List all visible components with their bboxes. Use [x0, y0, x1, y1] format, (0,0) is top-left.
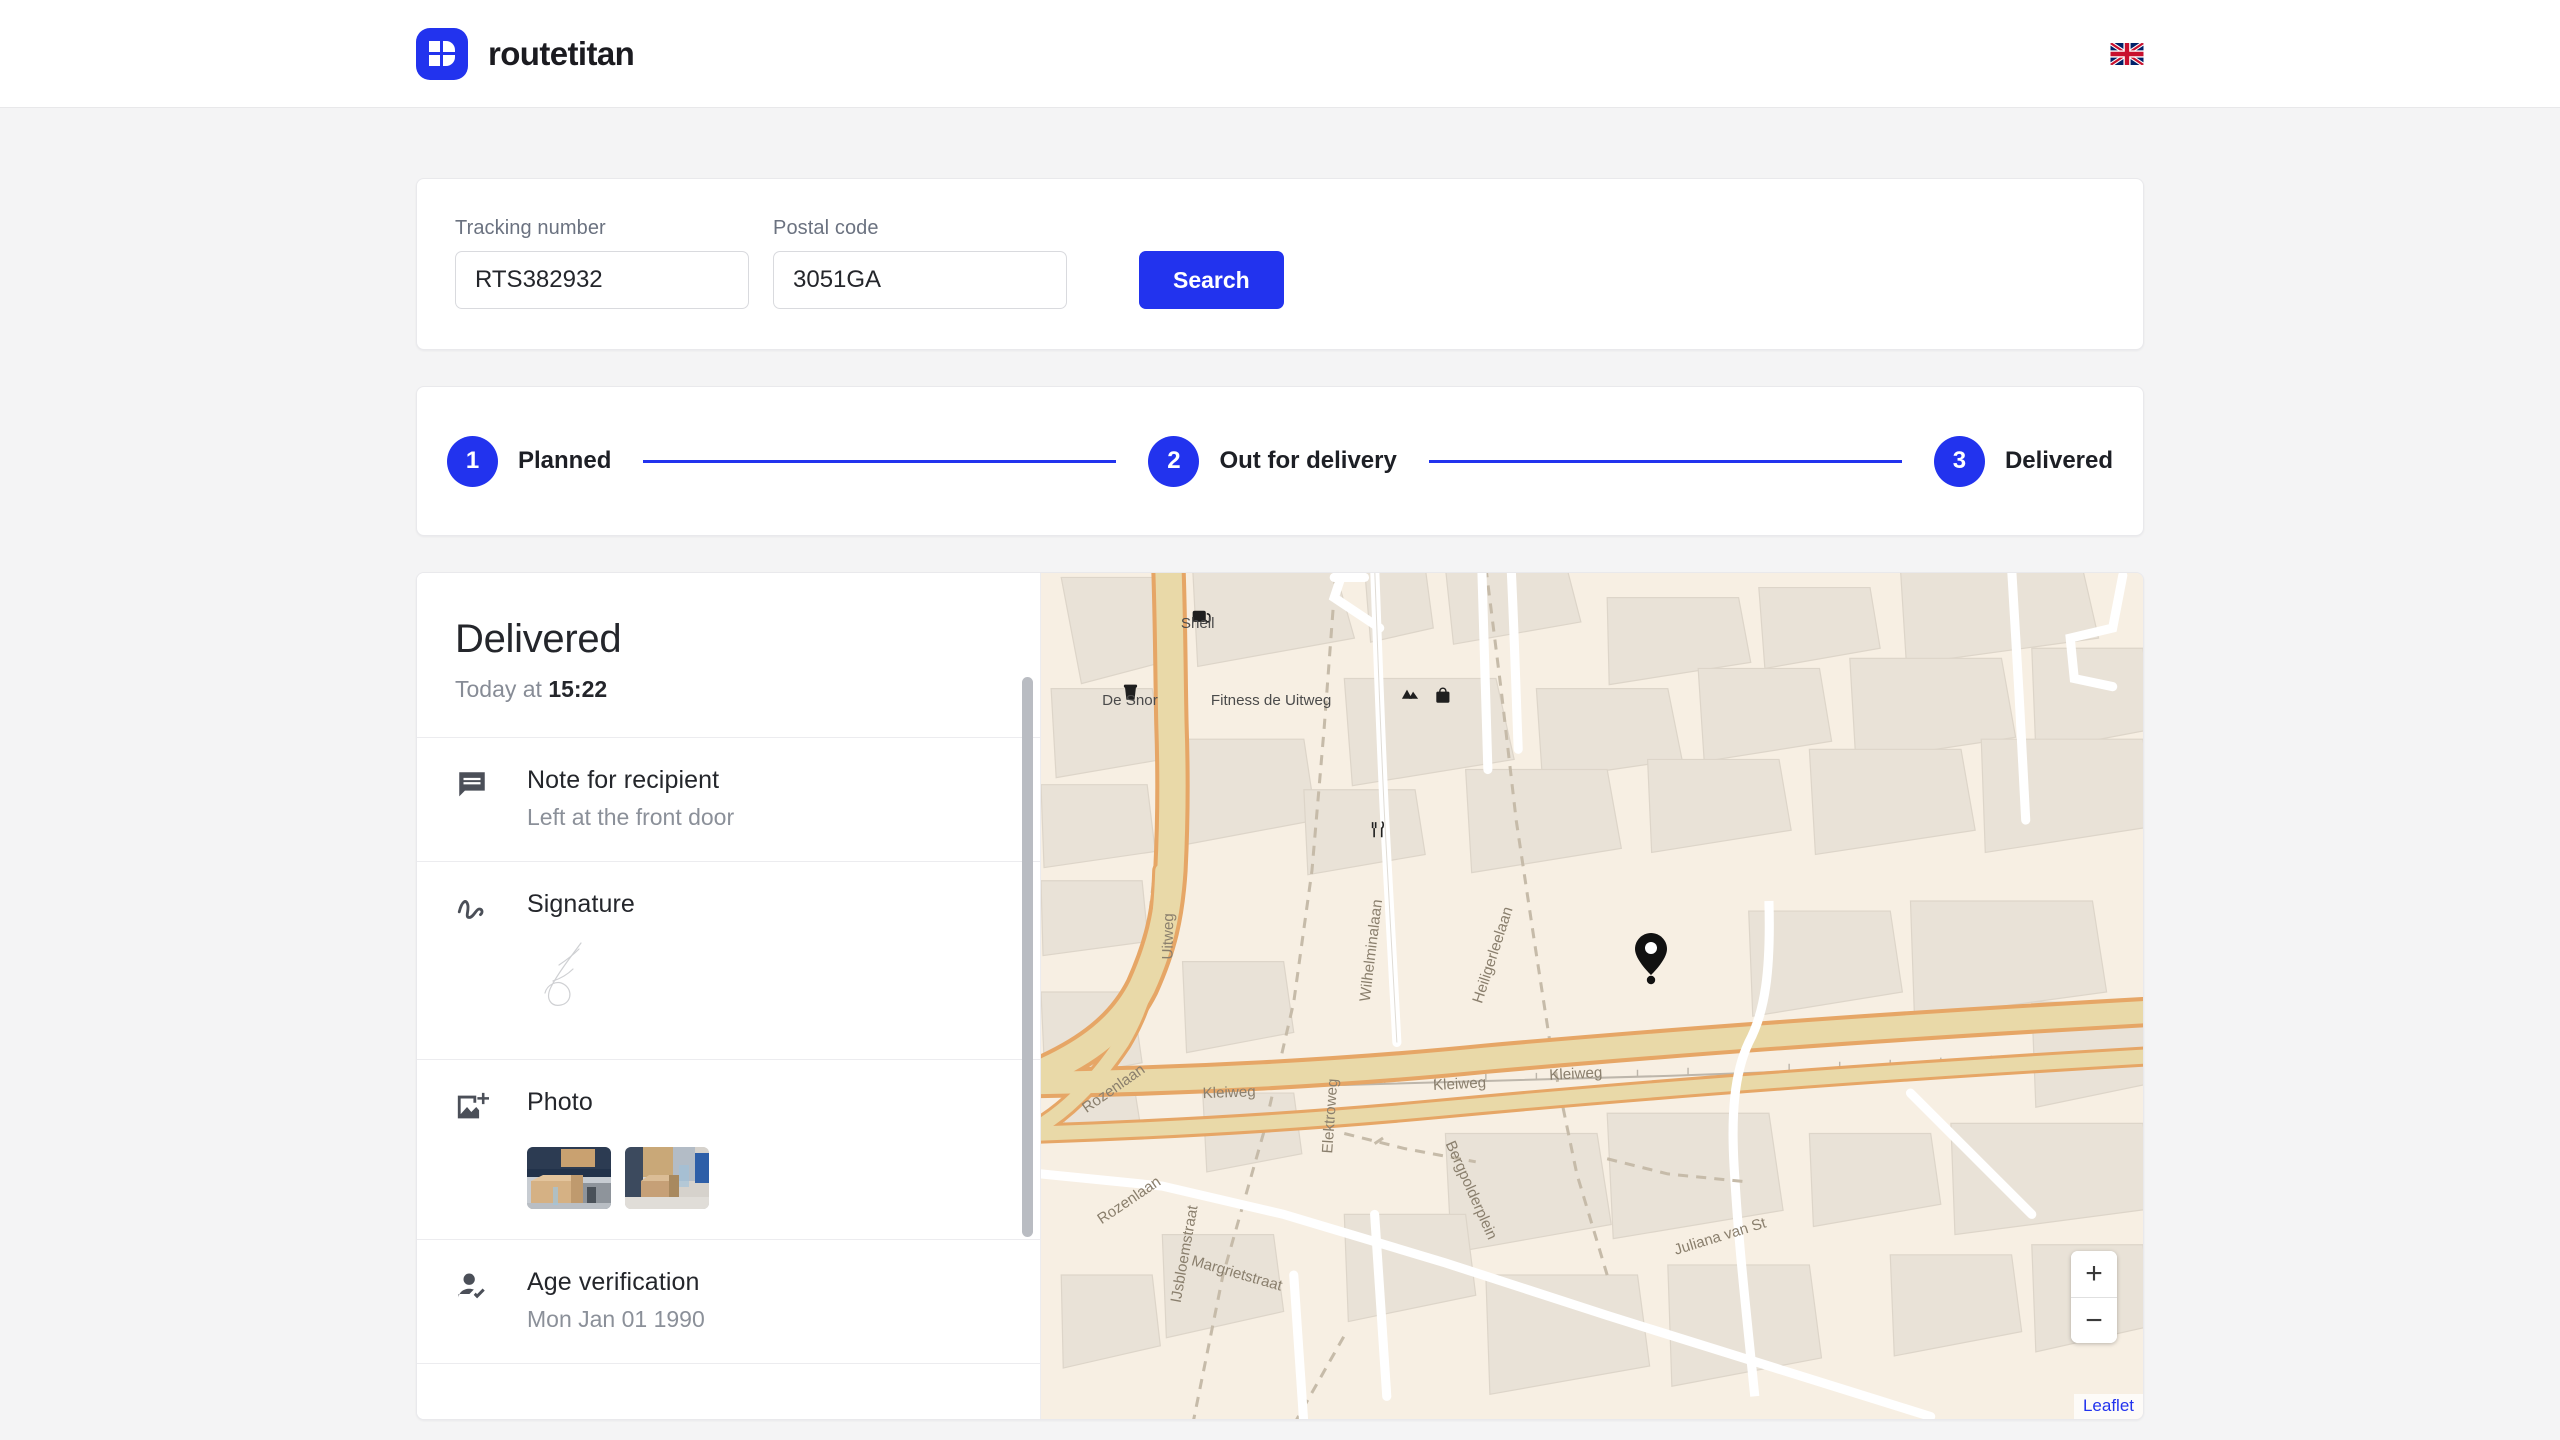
svg-text:Fitness de Uitweg: Fitness de Uitweg	[1211, 692, 1331, 709]
postal-code-input[interactable]	[773, 251, 1067, 309]
svg-text:Shell: Shell	[1181, 615, 1215, 632]
step-delivered[interactable]: 3 Delivered	[1933, 435, 2114, 487]
list-item-title: Note for recipient	[527, 766, 720, 794]
comment-icon	[455, 766, 527, 831]
map-zoom-out-button[interactable]: −	[2071, 1297, 2117, 1343]
timestamp-value: 15:22	[548, 676, 608, 702]
step-planned[interactable]: 1 Planned	[447, 435, 612, 487]
step-number: 3	[1933, 435, 1985, 487]
list-item-subtitle: Left at the front door	[527, 804, 735, 830]
step-label: Planned	[518, 447, 612, 474]
search-card: Tracking number Postal code Search	[416, 178, 2144, 350]
add-photo-icon	[455, 1088, 527, 1209]
person-check-icon	[455, 1268, 527, 1333]
step-number: 2	[1148, 435, 1200, 487]
signature-image[interactable]	[527, 919, 1002, 1029]
delivery-progress-stepper: 1 Planned 2 Out for delivery 3 Delivered	[416, 386, 2144, 536]
list-item-subtitle: Mon Jan 01 1990	[527, 1306, 705, 1332]
map-attribution: Leaflet	[2073, 1394, 2143, 1419]
step-label: Delivered	[2004, 447, 2114, 474]
photo-thumbnail[interactable]	[527, 1147, 611, 1209]
map-zoom-controls: + −	[2071, 1251, 2117, 1343]
map-zoom-in-button[interactable]: +	[2071, 1251, 2117, 1297]
svg-text:Kleiweg: Kleiweg	[1549, 1064, 1603, 1084]
timestamp-prefix: Today at	[455, 676, 549, 702]
app-header: routetitan	[0, 0, 2560, 108]
delivery-location-map[interactable]: Uitweg Kleiweg Kleiweg Kleiweg Rozenlaan…	[1041, 573, 2143, 1419]
photo-thumbnail-list	[527, 1147, 1002, 1209]
step-out-for-delivery[interactable]: 2 Out for delivery	[1148, 435, 1397, 487]
tracking-number-field: Tracking number	[455, 217, 749, 309]
delivery-timestamp: Today at 15:22	[455, 676, 1002, 703]
page-content: Tracking number Postal code Search 1 Pla…	[0, 108, 2560, 1420]
delivery-detail-pane: Delivered Today at 15:22 Note for recipi…	[417, 573, 1041, 1419]
location-pin-marker[interactable]	[1631, 931, 1671, 987]
photo-thumbnail[interactable]	[625, 1147, 709, 1209]
step-connector-1	[643, 459, 1117, 463]
list-item-partial	[417, 1363, 1040, 1405]
detail-scroll-area: Delivered Today at 15:22 Note for recipi…	[417, 573, 1040, 1419]
svg-text:De Snor: De Snor	[1102, 692, 1158, 709]
page-title: Delivered	[455, 617, 622, 661]
svg-text:Kleiweg: Kleiweg	[1202, 1083, 1256, 1102]
brand-name: routetitan	[488, 34, 635, 72]
list-item-photo: Photo	[417, 1059, 1040, 1239]
search-button[interactable]: Search	[1139, 251, 1284, 309]
step-connector-2	[1428, 459, 1902, 463]
list-item-age-verification: Age verification Mon Jan 01 1990	[417, 1239, 1040, 1363]
step-label: Out for delivery	[1219, 447, 1397, 474]
detail-pane-scrollbar[interactable]	[1022, 677, 1033, 1237]
postal-code-label: Postal code	[773, 217, 879, 239]
list-item-title: Signature	[527, 890, 635, 918]
delivery-status-header: Delivered Today at 15:22	[417, 573, 1040, 737]
delivery-detail-card: Delivered Today at 15:22 Note for recipi…	[416, 572, 2144, 1420]
postal-code-field: Postal code	[773, 217, 1067, 309]
step-number: 1	[447, 435, 498, 487]
list-item-note: Note for recipient Left at the front doo…	[417, 737, 1040, 861]
tracking-number-input[interactable]	[455, 251, 749, 309]
list-item-signature: Signature	[417, 861, 1040, 1059]
svg-text:Kleiweg: Kleiweg	[1433, 1074, 1487, 1094]
uk-flag-icon[interactable]	[2110, 42, 2144, 65]
routetitan-logo-icon	[416, 27, 468, 80]
list-item-title: Age verification	[527, 1268, 700, 1296]
signature-squiggle-icon	[455, 890, 527, 1029]
tracking-number-label: Tracking number	[455, 217, 606, 239]
list-item-title: Photo	[527, 1088, 593, 1116]
leaflet-link[interactable]: Leaflet	[2083, 1396, 2134, 1415]
brand-logo[interactable]: routetitan	[416, 27, 635, 80]
svg-text:Uitweg: Uitweg	[1159, 913, 1177, 960]
